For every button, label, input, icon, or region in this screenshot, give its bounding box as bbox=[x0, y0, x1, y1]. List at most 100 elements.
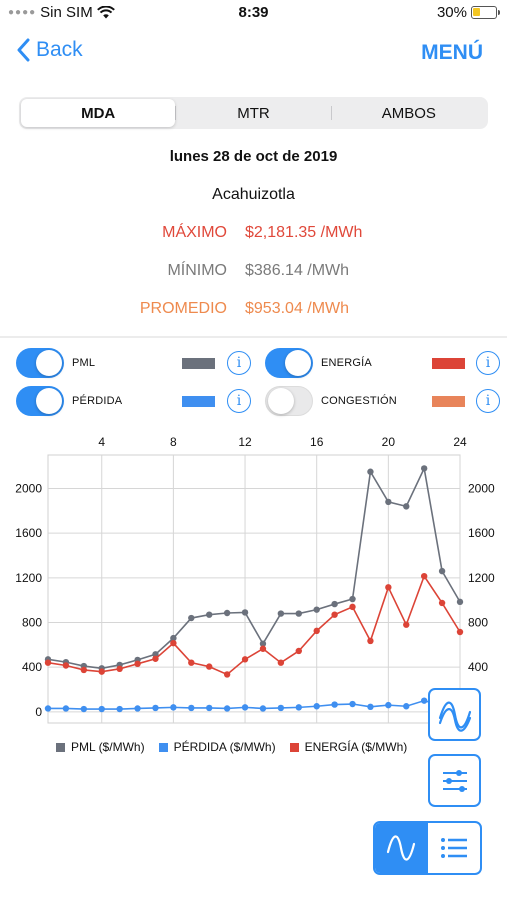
stat-min-label: MÍNIMO bbox=[167, 262, 227, 279]
legend-swatch-energia bbox=[289, 742, 299, 752]
data-point-perdida bbox=[349, 700, 356, 708]
battery-icon bbox=[471, 6, 500, 19]
data-point-pml bbox=[349, 595, 356, 603]
x-tick-label: 24 bbox=[453, 435, 467, 449]
data-point-pml bbox=[241, 609, 249, 616]
congestion-switch[interactable] bbox=[265, 386, 313, 416]
market-segmented-control: MDA MTR AMBOS bbox=[19, 97, 488, 129]
pml-color-swatch bbox=[182, 358, 215, 369]
data-point-energia bbox=[206, 663, 213, 670]
data-point-pml bbox=[206, 611, 213, 618]
price-chart-svg: 4 8 12 16 20 24 0 400 400 800 800 1200 1200 1600 1600 2… bbox=[15, 435, 495, 724]
wave-icon bbox=[438, 701, 471, 732]
data-point-energia bbox=[152, 655, 159, 662]
energia-switch[interactable] bbox=[265, 348, 313, 378]
y-tick-label-left: 0 bbox=[35, 705, 42, 719]
pml-info-icon[interactable]: i bbox=[227, 351, 251, 375]
y-tick-label-left: 400 bbox=[22, 660, 42, 674]
data-point-perdida bbox=[62, 705, 70, 712]
pml-switch[interactable] bbox=[16, 348, 64, 378]
back-button[interactable]: Back bbox=[16, 38, 83, 62]
wave-toggle-button[interactable] bbox=[428, 688, 481, 741]
data-point-energia bbox=[188, 659, 195, 666]
y-tick-label-left: 1600 bbox=[15, 526, 42, 540]
x-tick-label: 20 bbox=[382, 435, 396, 449]
chart-mode-button[interactable] bbox=[375, 823, 428, 873]
data-point-perdida bbox=[170, 704, 177, 711]
data-point-perdida bbox=[277, 704, 285, 712]
segment-ambos[interactable]: AMBOS bbox=[332, 99, 486, 127]
data-point-pml bbox=[367, 468, 374, 475]
segment-mtr[interactable]: MTR bbox=[176, 99, 330, 127]
data-point-energia bbox=[367, 637, 374, 645]
data-point-pml bbox=[331, 600, 338, 608]
data-point-energia bbox=[170, 639, 177, 647]
y-tick-label-left: 2000 bbox=[15, 482, 42, 496]
data-point-perdida bbox=[295, 704, 302, 711]
data-point-energia bbox=[134, 660, 141, 668]
energia-label: ENERGÍA bbox=[321, 357, 372, 369]
data-point-perdida bbox=[134, 705, 141, 712]
y-tick-label-right: 2000 bbox=[468, 482, 495, 496]
data-point-energia bbox=[331, 611, 338, 618]
data-point-energia bbox=[98, 668, 105, 675]
sliders-icon bbox=[442, 769, 467, 792]
data-point-pml bbox=[295, 610, 302, 617]
plot-area bbox=[47, 454, 461, 724]
congestion-label: CONGESTIÓN bbox=[321, 395, 397, 407]
legend-swatch-pml bbox=[56, 742, 65, 752]
divider bbox=[0, 336, 507, 338]
data-point-energia bbox=[349, 603, 356, 611]
menu-button[interactable]: MENÚ bbox=[421, 41, 483, 65]
data-point-perdida bbox=[241, 704, 249, 711]
data-point-perdida bbox=[259, 705, 267, 712]
legend-item-energia: ENERGÍA ($/MWh) bbox=[289, 740, 407, 754]
data-point-perdida bbox=[116, 705, 123, 713]
date-label: lunes 28 de oct de 2019 bbox=[169, 148, 338, 165]
segment-mda[interactable]: MDA bbox=[21, 99, 176, 127]
chevron-left-icon bbox=[17, 38, 30, 62]
perdida-info-icon[interactable]: i bbox=[227, 389, 251, 413]
battery-percent: 30% bbox=[436, 4, 467, 21]
legend-swatch-perdida bbox=[158, 742, 168, 752]
legend-label-perdida: PÉRDIDA ($/MWh) bbox=[173, 740, 276, 754]
data-point-perdida bbox=[385, 701, 392, 709]
stat-max: MÁXIMO $2,181.35 /MWh bbox=[0, 224, 507, 242]
perdida-label: PÉRDIDA bbox=[72, 395, 123, 407]
stat-max-label: MÁXIMO bbox=[162, 224, 227, 241]
legend-item-pml: PML ($/MWh) bbox=[56, 740, 145, 754]
data-point-perdida bbox=[206, 704, 213, 712]
view-mode-segmented bbox=[373, 821, 482, 875]
data-point-pml bbox=[188, 614, 195, 622]
congestion-info-icon[interactable]: i bbox=[476, 389, 500, 413]
perdida-switch[interactable] bbox=[16, 386, 64, 416]
x-tick-label: 12 bbox=[238, 435, 252, 449]
list-mode-button[interactable] bbox=[428, 823, 481, 873]
data-point-perdida bbox=[188, 704, 195, 712]
perdida-color-swatch bbox=[182, 396, 215, 407]
chart-legend: PML ($/MWh) PÉRDIDA ($/MWh) ENERGÍA ($/M… bbox=[56, 740, 407, 754]
node-name: Acahuizotla bbox=[212, 186, 295, 203]
data-point-energia bbox=[223, 671, 231, 678]
stat-min: MÍNIMO $386.14 /MWh bbox=[0, 262, 507, 280]
energia-info-icon[interactable]: i bbox=[476, 351, 500, 375]
data-point-energia bbox=[116, 665, 123, 673]
series-line-pml bbox=[47, 465, 461, 670]
x-tick-label: 4 bbox=[98, 435, 105, 449]
data-point-pml bbox=[456, 598, 464, 606]
data-point-energia bbox=[62, 662, 70, 669]
filters-button[interactable] bbox=[428, 754, 481, 807]
wave-icon bbox=[387, 835, 416, 861]
data-point-pml bbox=[420, 465, 428, 472]
y-tick-label-right: 1200 bbox=[468, 571, 495, 585]
status-bar: ●●●● Sin SIM 8:39 30% bbox=[0, 0, 507, 26]
data-point-energia bbox=[313, 627, 320, 635]
navigation-bar: Back MENÚ bbox=[0, 36, 507, 70]
data-point-energia bbox=[259, 645, 267, 652]
x-tick-label: 16 bbox=[310, 435, 324, 449]
y-tick-label-left: 1200 bbox=[15, 571, 42, 585]
series-line-perdida bbox=[48, 699, 461, 710]
data-point-perdida bbox=[403, 703, 410, 710]
series-line-energia bbox=[47, 574, 461, 676]
data-point-pml bbox=[403, 503, 410, 510]
